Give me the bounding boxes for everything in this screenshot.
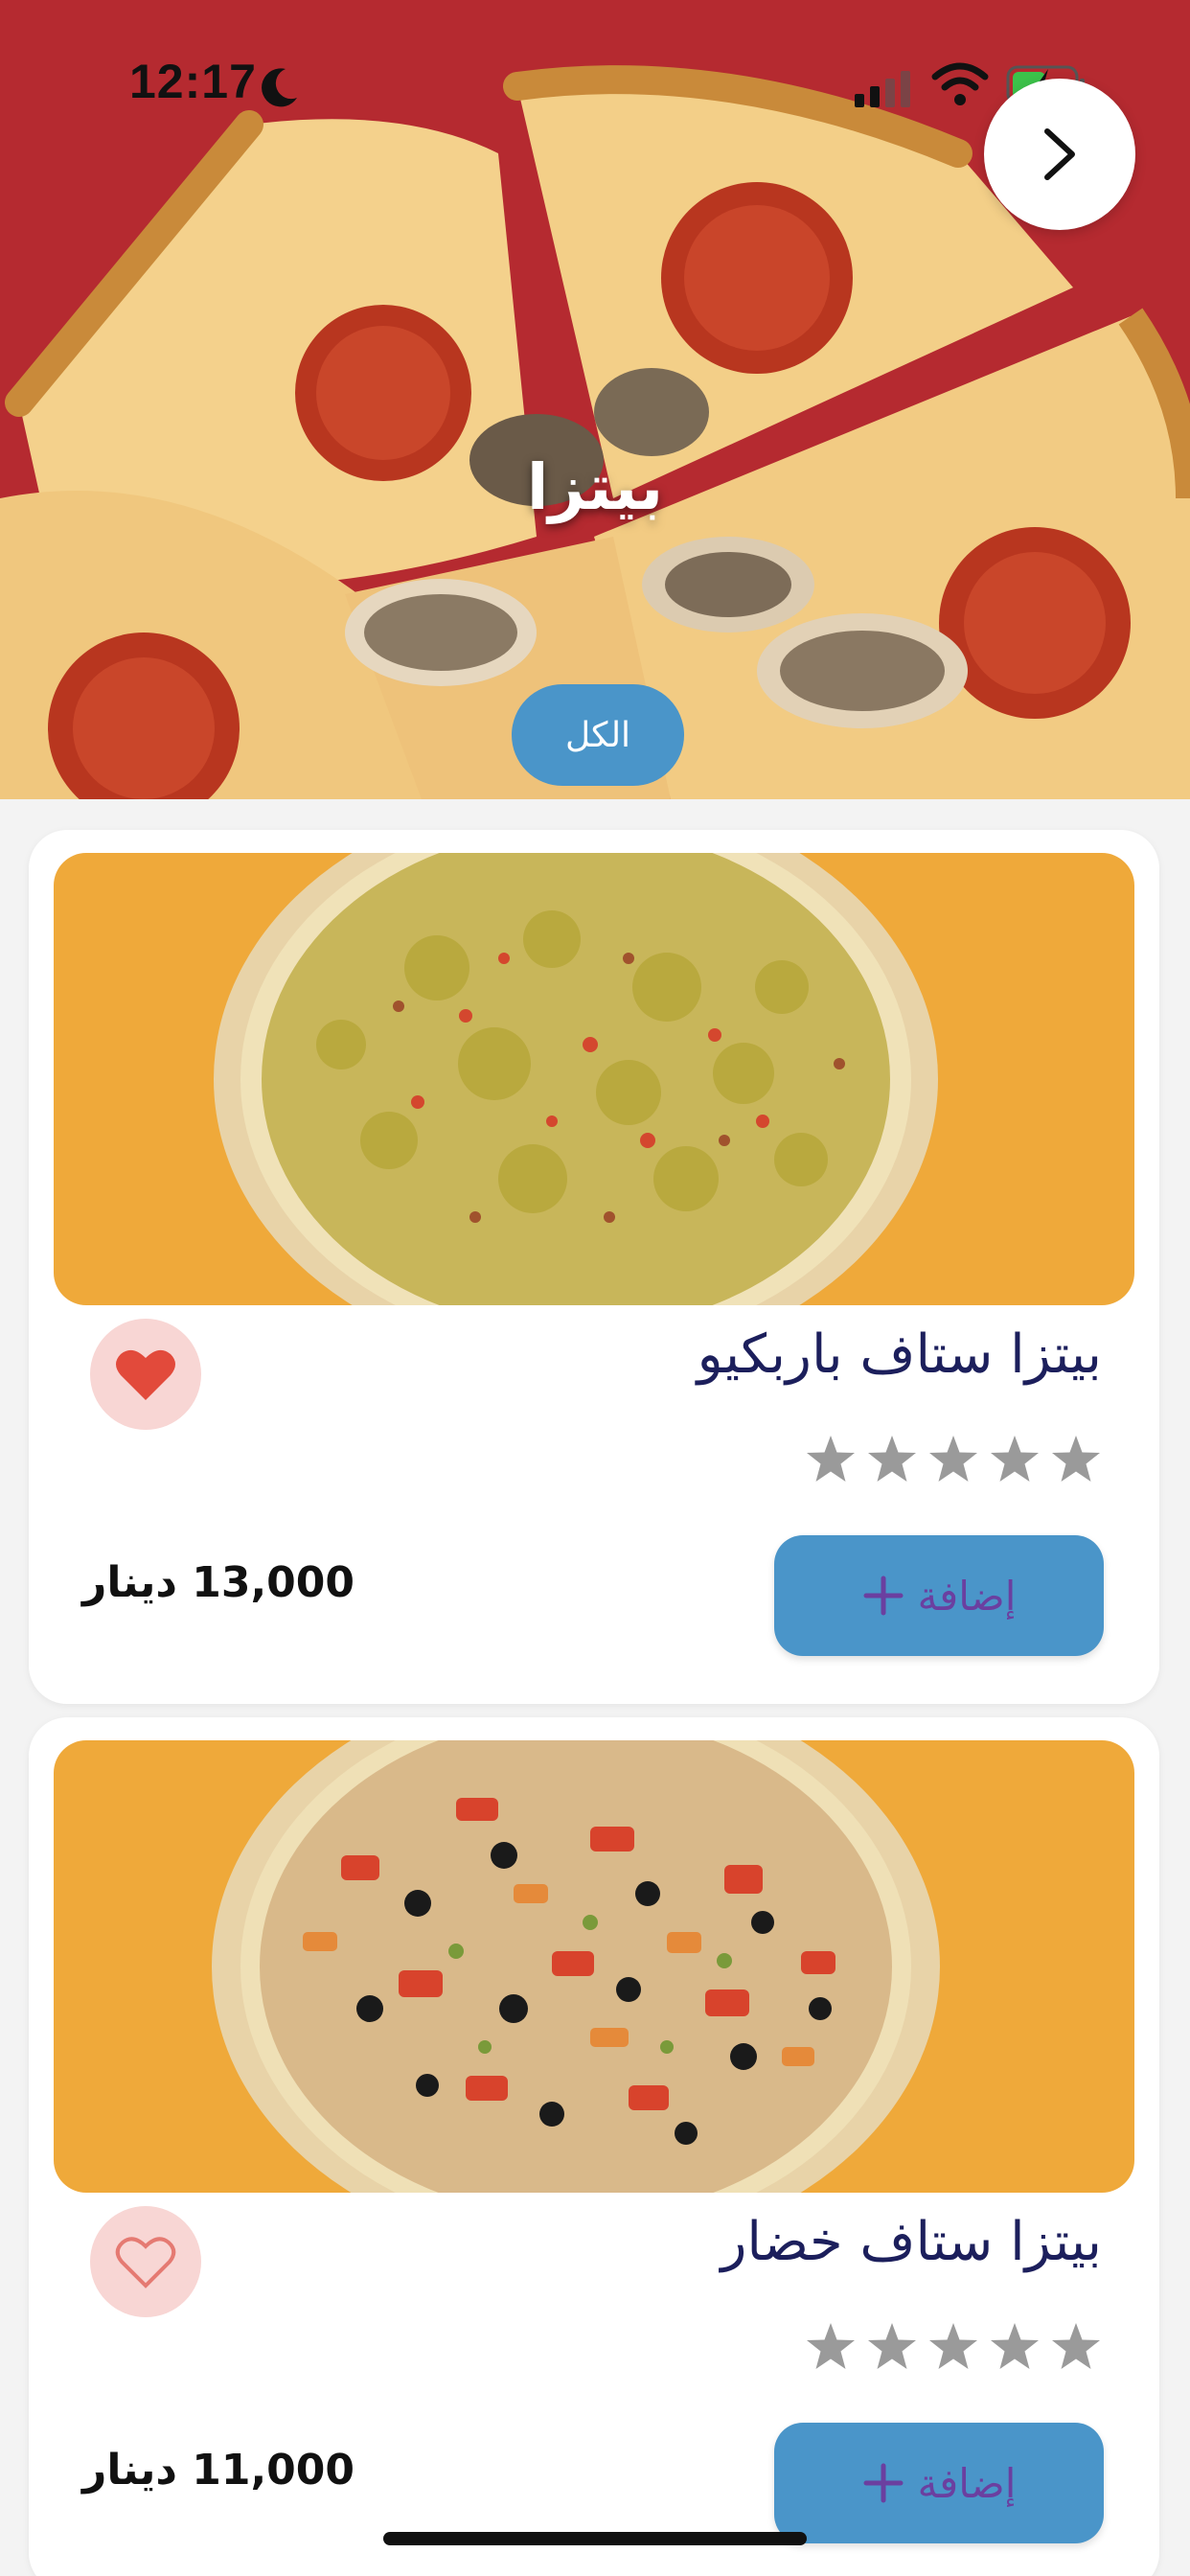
filter-chip-all[interactable]: الكل [512, 684, 684, 786]
product-image [54, 1740, 1134, 2193]
star-icon[interactable] [1050, 2321, 1102, 2373]
add-button-label: إضافة [917, 1572, 1017, 1620]
product-name: بيتزا ستاف خضار [721, 2211, 1102, 2273]
star-icon[interactable] [927, 1434, 979, 1485]
add-to-cart-button[interactable]: إضافة [774, 1535, 1104, 1656]
product-price: 11,000 دينار [82, 2446, 355, 2495]
add-button-label: إضافة [917, 2459, 1017, 2507]
star-icon[interactable] [866, 2321, 918, 2373]
back-button[interactable] [984, 79, 1135, 230]
hero-banner: 12:17 بيتزا الكل [0, 0, 1190, 799]
product-name: بيتزا ستاف باربكيو [697, 1323, 1102, 1386]
star-icon[interactable] [805, 1434, 857, 1485]
product-card[interactable]: بيتزا ستاف باربكيو 13,000 دينار إضافة [29, 830, 1159, 1704]
star-icon[interactable] [989, 1434, 1041, 1485]
star-icon[interactable] [927, 2321, 979, 2373]
product-image [54, 853, 1134, 1305]
favorite-button[interactable] [90, 2206, 201, 2317]
favorite-button[interactable] [90, 1319, 201, 1430]
rating-stars[interactable] [805, 1434, 1102, 1485]
heart-outline-icon [115, 2237, 176, 2288]
star-icon[interactable] [866, 1434, 918, 1485]
add-to-cart-button[interactable]: إضافة [774, 2423, 1104, 2543]
star-icon[interactable] [805, 2321, 857, 2373]
page-title: بيتزا [526, 450, 664, 524]
wifi-icon [931, 62, 989, 105]
product-price: 13,000 دينار [82, 1558, 355, 1607]
home-indicator[interactable] [383, 2532, 807, 2545]
star-icon[interactable] [1050, 1434, 1102, 1485]
product-card[interactable]: بيتزا ستاف خضار 11,000 دينار إضافة [29, 1717, 1159, 2576]
rating-stars[interactable] [805, 2321, 1102, 2373]
signal-icon [855, 71, 910, 107]
chevron-right-icon [1044, 128, 1075, 180]
heart-filled-icon [116, 1349, 175, 1400]
moon-icon [262, 68, 297, 107]
plus-icon [863, 2463, 904, 2503]
star-icon[interactable] [989, 2321, 1041, 2373]
plus-icon [863, 1576, 904, 1616]
status-time: 12:17 [129, 55, 257, 108]
